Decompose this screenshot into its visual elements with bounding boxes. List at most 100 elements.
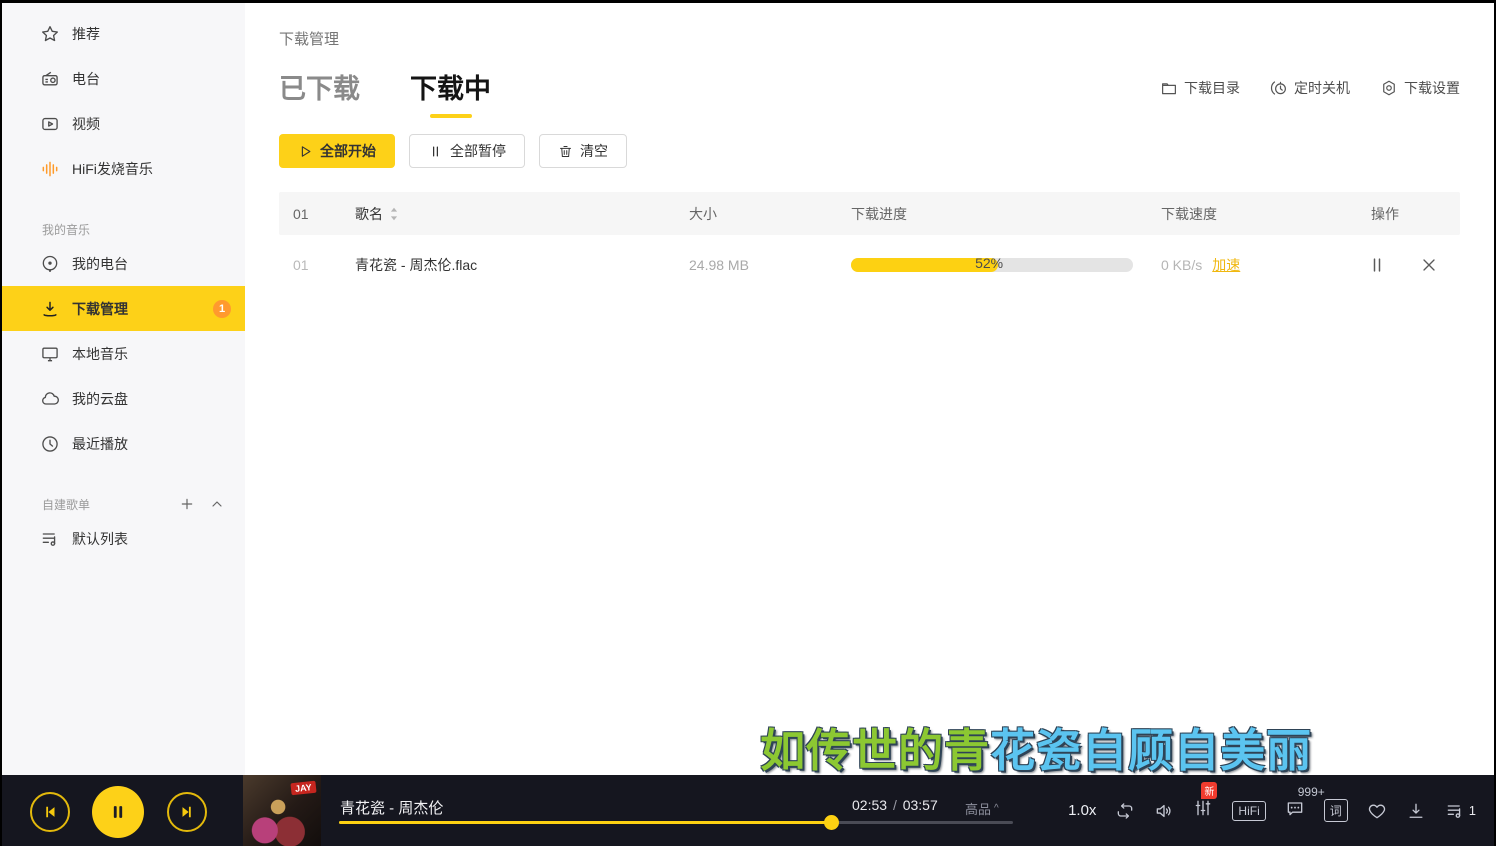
- sidebar-item-label: 推荐: [72, 24, 100, 44]
- sidebar-item-radio[interactable]: 电台: [2, 56, 245, 101]
- sidebar-item-recommend[interactable]: 推荐: [2, 11, 245, 56]
- sidebar-item-label: 我的电台: [72, 254, 128, 274]
- sidebar-item-label: 下载管理: [72, 299, 128, 319]
- trash-icon: [558, 144, 573, 159]
- download-count-badge: 1: [213, 300, 231, 318]
- loop-mode-icon[interactable]: [1115, 801, 1135, 821]
- sidebar-item-hifi[interactable]: HiFi发烧音乐: [2, 146, 245, 191]
- gear-icon: [1380, 79, 1398, 97]
- play-queue-icon: [1445, 801, 1465, 821]
- table-header-row: 01 歌名 大小 下载进度 下载速度 操作: [279, 192, 1460, 235]
- sidebar-item-label: 本地音乐: [72, 344, 128, 364]
- pause-outline-icon: [428, 144, 443, 159]
- col-actions: 操作: [1357, 204, 1460, 224]
- lyrics-toggle-button[interactable]: 词: [1324, 799, 1348, 822]
- hifi-quality-button[interactable]: HiFi: [1232, 801, 1265, 821]
- download-icon: [40, 299, 60, 319]
- chevron-up-icon: ^: [994, 803, 999, 814]
- progress-cell: 52%: [837, 258, 1147, 272]
- folder-icon: [1160, 79, 1178, 97]
- sidebar-item-local-music[interactable]: 本地音乐: [2, 331, 245, 376]
- album-art[interactable]: JAY: [243, 775, 321, 846]
- sidebar-item-label: 视频: [72, 114, 100, 134]
- col-name[interactable]: 歌名: [341, 204, 675, 224]
- download-progress-bar: 52%: [851, 258, 1133, 272]
- sidebar-item-my-radio[interactable]: 我的电台: [2, 241, 245, 286]
- collapse-chevron-icon[interactable]: [209, 496, 225, 512]
- pause-row-icon[interactable]: [1367, 255, 1387, 275]
- col-speed: 下载速度: [1147, 204, 1357, 224]
- previous-track-button[interactable]: [30, 792, 70, 832]
- row-actions: [1357, 255, 1460, 275]
- queue-count: 1: [1469, 803, 1476, 818]
- clear-all-button[interactable]: 清空: [539, 134, 627, 168]
- player-right-controls: 1.0x 新 HiFi 999+ 词 1: [1068, 775, 1476, 846]
- radio-icon: [40, 69, 60, 89]
- album-jay-tag: JAY: [291, 781, 317, 796]
- accelerate-link[interactable]: 加速: [1212, 255, 1240, 275]
- download-row: 01 青花瓷 - 周杰伦.flac 24.98 MB 52% 0 KB/s 加速: [279, 235, 1460, 295]
- sidebar-section-playlists: 自建歌单: [2, 492, 245, 516]
- download-table: 01 歌名 大小 下载进度 下载速度 操作 01 青花瓷 - 周杰伦.flac …: [279, 192, 1460, 295]
- header-actions: 下载目录 定时关机 下载设置: [1160, 78, 1460, 120]
- pause-all-button[interactable]: 全部暂停: [409, 134, 525, 168]
- download-directory-button[interactable]: 下载目录: [1160, 78, 1240, 98]
- download-speed: 0 KB/s: [1161, 257, 1202, 273]
- col-index: 01: [279, 206, 341, 222]
- play-outline-icon: [298, 144, 313, 159]
- cloud-icon: [40, 389, 60, 409]
- sound-effects-icon: [1193, 798, 1213, 818]
- time-display: 02:53 / 03:57: [852, 797, 938, 813]
- now-playing-title: 青花瓷 - 周杰伦: [340, 797, 443, 818]
- sidebar-item-label: 最近播放: [72, 434, 128, 454]
- song-file-name: 青花瓷 - 周杰伦.flac: [341, 255, 675, 275]
- star-icon: [40, 24, 60, 44]
- sidebar-item-download-manager[interactable]: 下载管理 1: [2, 286, 245, 331]
- total-time: 03:57: [903, 797, 938, 813]
- player-bar: JAY 青花瓷 - 周杰伦 02:53 / 03:57 高品 ^ 1.0x 新 …: [2, 775, 1494, 846]
- playback-progress-thumb[interactable]: [824, 815, 839, 830]
- tab-downloaded[interactable]: 已下载: [279, 67, 360, 120]
- sidebar-section-my-music: 我的音乐: [2, 217, 245, 241]
- pause-icon: [108, 802, 128, 822]
- col-size: 大小: [675, 204, 837, 224]
- favorite-heart-icon[interactable]: [1367, 801, 1387, 821]
- next-track-button[interactable]: [167, 792, 207, 832]
- sidebar-item-label: 默认列表: [72, 529, 128, 549]
- video-icon: [40, 114, 60, 134]
- file-size: 24.98 MB: [675, 257, 837, 273]
- sidebar-item-video[interactable]: 视频: [2, 101, 245, 146]
- volume-icon[interactable]: [1154, 801, 1174, 821]
- start-all-button[interactable]: 全部开始: [279, 134, 395, 168]
- sidebar-item-default-playlist[interactable]: 默认列表: [2, 516, 245, 561]
- next-icon: [178, 803, 196, 821]
- quality-selector[interactable]: 高品 ^: [965, 799, 999, 818]
- comments-wrapper[interactable]: 999+: [1285, 798, 1305, 823]
- playback-speed-button[interactable]: 1.0x: [1068, 802, 1096, 819]
- sidebar-item-label: HiFi发烧音乐: [72, 159, 153, 179]
- sidebar-item-cloud-disk[interactable]: 我的云盘: [2, 376, 245, 421]
- current-time: 02:53: [852, 797, 887, 813]
- sidebar-item-recent-play[interactable]: 最近播放: [2, 421, 245, 466]
- playback-progress-bar[interactable]: [339, 821, 1013, 824]
- tab-downloading[interactable]: 下载中: [410, 67, 491, 120]
- remove-row-icon[interactable]: [1419, 255, 1439, 275]
- pause-playback-button[interactable]: [92, 786, 144, 838]
- add-playlist-icon[interactable]: [179, 496, 195, 512]
- tabs-row: 已下载 下载中 下载目录 定时关机 下载设置: [279, 67, 1460, 120]
- download-song-icon[interactable]: [1406, 801, 1426, 821]
- equalizer-icon: [40, 159, 60, 179]
- sound-effects-wrapper[interactable]: 新: [1193, 798, 1213, 823]
- sidebar-item-label: 电台: [72, 69, 100, 89]
- speed-cell: 0 KB/s 加速: [1147, 255, 1357, 275]
- playback-progress-fill: [339, 821, 831, 824]
- main-content: 下载管理 已下载 下载中 下载目录 定时关机 下载设置: [245, 3, 1494, 775]
- sidebar-item-label: 我的云盘: [72, 389, 128, 409]
- sort-icon[interactable]: [389, 207, 399, 221]
- download-settings-button[interactable]: 下载设置: [1380, 78, 1460, 98]
- scheduled-shutdown-button[interactable]: 定时关机: [1270, 78, 1350, 98]
- download-toolbar: 全部开始 全部暂停 清空: [279, 134, 1460, 168]
- col-progress: 下载进度: [837, 204, 1147, 224]
- play-queue-button[interactable]: 1: [1445, 801, 1476, 821]
- new-feature-badge: 新: [1201, 782, 1217, 799]
